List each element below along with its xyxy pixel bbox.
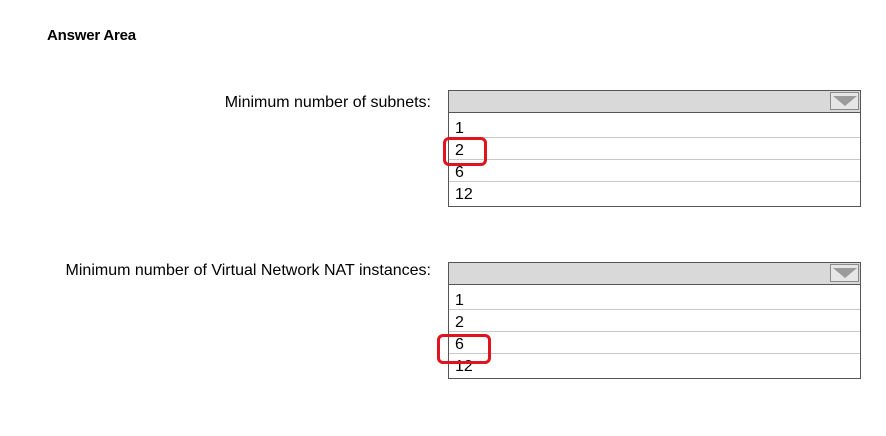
subnets-option-6[interactable]: 6 (449, 160, 860, 182)
subnets-option-2[interactable]: 2 (449, 138, 860, 160)
nat-instances-dropdown-header[interactable] (449, 263, 860, 285)
nat-instances-option-6[interactable]: 6 (449, 332, 860, 354)
subnets-option-12[interactable]: 12 (449, 182, 860, 206)
subnets-dropdown-header[interactable] (449, 91, 860, 113)
nat-instances-question-label: Minimum number of Virtual Network NAT in… (65, 262, 431, 279)
subnets-dropdown-toggle[interactable] (830, 92, 859, 110)
nat-instances-dropdown[interactable]: 1 2 6 12 (448, 262, 861, 379)
subnets-question-label: Minimum number of subnets: (224, 94, 431, 111)
subnets-option-1[interactable]: 1 (449, 116, 860, 138)
answer-area-title: Answer Area (47, 27, 136, 44)
nat-instances-option-1[interactable]: 1 (449, 288, 860, 310)
nat-instances-dropdown-toggle[interactable] (830, 264, 859, 282)
subnets-dropdown[interactable]: 1 2 6 12 (448, 90, 861, 207)
nat-instances-option-12[interactable]: 12 (449, 354, 860, 378)
nat-instances-option-2[interactable]: 2 (449, 310, 860, 332)
